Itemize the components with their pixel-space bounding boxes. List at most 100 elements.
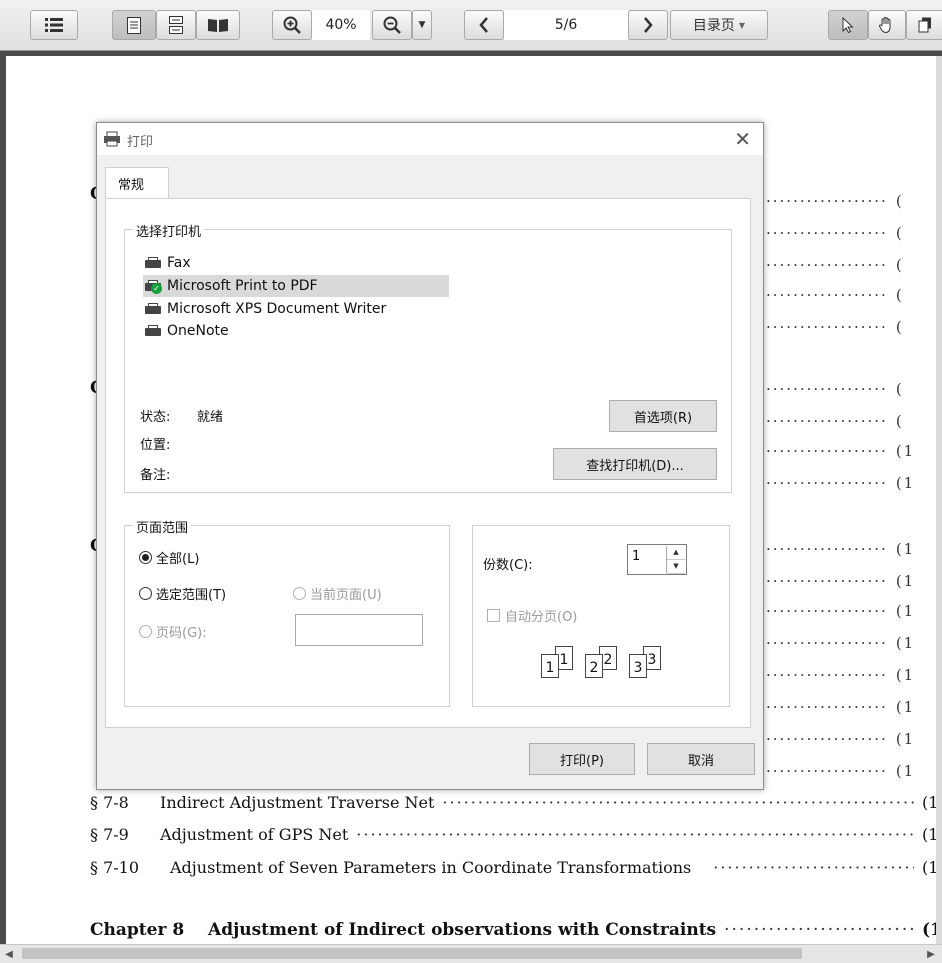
toc-entry[interactable]: § 7-10 Adjustment of Seven Parameters in…: [90, 853, 936, 881]
checkbox-icon: [487, 609, 500, 622]
zoom-dropdown-button[interactable]: ▼: [412, 10, 432, 40]
printer-item-xps-writer[interactable]: Microsoft XPS Document Writer: [143, 298, 449, 320]
preferences-button[interactable]: 首选项(R): [609, 400, 717, 432]
print-dialog: 打印 ✕ 常规 选择打印机 Fax ✓ Microsoft Print to P…: [96, 122, 764, 790]
vertical-scrollbar[interactable]: [936, 56, 942, 944]
toc-entry[interactable]: § 7-8 Indirect Adjustment Traverse Net ·…: [90, 788, 936, 816]
toc-page-number-partial: (1: [895, 474, 916, 492]
previous-page-button[interactable]: [464, 10, 504, 40]
dot-leader: ·················· (1: [766, 602, 936, 622]
dot-leader: ·················· (1: [766, 762, 936, 782]
stepper-down-icon[interactable]: ▼: [667, 560, 685, 574]
toc-page-dropdown[interactable]: 目录页 ▼: [670, 10, 768, 40]
dot-leader-dots: ··················: [766, 474, 888, 492]
toc-page-number: (1: [922, 792, 936, 812]
range-all-radio[interactable]: 全部(L): [139, 548, 199, 567]
tab-general[interactable]: 常规: [105, 167, 169, 199]
printer-name: Microsoft XPS Document Writer: [167, 301, 387, 317]
chapter-title: Adjustment of Indirect observations with…: [208, 920, 717, 940]
scroll-left-arrow-icon[interactable]: ◀: [2, 947, 16, 961]
toc-page-number-partial: (1: [895, 762, 916, 780]
printer-item-microsoft-print-to-pdf[interactable]: ✓ Microsoft Print to PDF: [143, 275, 449, 297]
zoom-in-button[interactable]: [272, 10, 312, 40]
collate-illustration-icon: 1 1: [541, 646, 573, 678]
toc-page-number-partial: (: [895, 192, 904, 210]
dot-leader-dots: ··················: [766, 666, 888, 684]
group-label: 选择打印机: [133, 221, 205, 240]
zoom-level-field[interactable]: 40%: [312, 10, 370, 40]
dot-leader: ·················· (1: [766, 634, 936, 654]
scroll-right-arrow-icon[interactable]: ▶: [924, 947, 938, 961]
printer-name: Fax: [167, 255, 191, 271]
printer-item-onenote[interactable]: OneNote: [143, 320, 449, 342]
toc-page-number-partial: (1: [895, 634, 916, 652]
facing-pages-view-button[interactable]: [196, 10, 240, 40]
radio-label: 选定范围(T): [156, 588, 227, 603]
select-tool-button[interactable]: [828, 10, 868, 40]
horizontal-scrollbar[interactable]: ◀ ▶: [0, 944, 942, 963]
radio-label: 当前页面(U): [310, 588, 382, 603]
dot-leader: ·················· (: [766, 224, 936, 244]
dot-leader: ·················· (1: [766, 698, 936, 718]
printer-item-fax[interactable]: Fax: [143, 252, 449, 274]
close-icon[interactable]: ✕: [734, 127, 751, 151]
dot-leader: ·················· (: [766, 192, 936, 212]
radio-selected-icon: [139, 551, 152, 564]
toc-page-number-partial: (1: [895, 442, 916, 460]
toc-chapter-entry[interactable]: Chapter 8 Adjustment of Indirect observa…: [90, 916, 936, 944]
chevron-down-icon: ▼: [418, 20, 426, 30]
range-selection-radio[interactable]: 选定范围(T): [139, 584, 226, 603]
dot-leader: ·················· (: [766, 286, 936, 306]
toc-page-number-partial: (1: [895, 730, 916, 748]
single-page-view-button[interactable]: [112, 10, 156, 40]
dot-leader-dots: ··················: [766, 192, 888, 210]
chapter-label: Chapter 8: [90, 920, 185, 940]
reader-toolbar: 40% ▼ 5/6 目录页 ▼: [0, 0, 942, 51]
text-select-tool-button[interactable]: [906, 10, 942, 40]
toc-page-label: 目录页: [692, 18, 735, 34]
toc-page-number-partial: (1: [895, 602, 916, 620]
dialog-title-bar: 打印 ✕: [97, 123, 763, 155]
zoom-out-button[interactable]: [372, 10, 412, 40]
toc-page-number: (1: [922, 857, 936, 877]
page-range-group: 页面范围 全部(L) 选定范围(T) 当前页面(U) 页码(G):: [124, 517, 450, 707]
radio-icon: [139, 587, 152, 600]
toc-section-number: § 7-10: [90, 857, 140, 877]
copies-stepper[interactable]: 1 ▲ ▼: [627, 544, 687, 575]
default-printer-check-icon: ✓: [143, 279, 165, 294]
cancel-button[interactable]: 取消: [647, 743, 755, 775]
printer-icon: [103, 131, 121, 151]
horizontal-scroll-thumb[interactable]: [22, 948, 802, 959]
checkbox-label: 自动分页(O): [505, 610, 578, 625]
toc-entry[interactable]: § 7-9 Adjustment of GPS Net ············…: [90, 820, 936, 848]
print-button[interactable]: 打印(P): [529, 743, 635, 775]
document-copy-icon: [918, 17, 931, 33]
next-page-button[interactable]: [628, 10, 668, 40]
radio-icon: [293, 587, 306, 600]
toc-section-title: Adjustment of Seven Parameters in Coordi…: [170, 857, 692, 877]
zoom-in-icon: [283, 16, 301, 34]
dot-leader-dots: ··················: [766, 224, 888, 242]
page-number-field[interactable]: 5/6: [504, 10, 628, 40]
dot-leader-dots: ··················: [766, 286, 888, 304]
status-value: 就绪: [197, 410, 224, 425]
outline-toggle-button[interactable]: [30, 10, 78, 40]
hand-tool-button[interactable]: [868, 10, 906, 40]
collate-illustration-icon: 2 2: [585, 646, 617, 678]
dot-leader: ·················· (1: [766, 474, 936, 494]
dot-leader-dots: ··················: [766, 634, 888, 652]
general-tab-panel: 选择打印机 Fax ✓ Microsoft Print to PDF Micro…: [105, 198, 751, 728]
range-current-page-radio: 当前页面(U): [293, 584, 382, 603]
hand-icon: [878, 16, 891, 34]
dot-leader: ·················· (: [766, 318, 936, 338]
zoom-out-icon: [383, 16, 401, 34]
continuous-view-button[interactable]: [156, 10, 196, 40]
dot-leader-dots: ··················: [766, 380, 888, 398]
toc-section-number: § 7-9: [90, 824, 129, 844]
radio-label: 全部(L): [156, 552, 200, 567]
toc-page-number-partial: (: [895, 224, 904, 242]
dot-leader-dots: ··················: [766, 572, 888, 590]
stepper-up-icon[interactable]: ▲: [667, 546, 685, 560]
find-printer-button[interactable]: 查找打印机(D)...: [553, 448, 717, 480]
toc-page-number-partial: (: [895, 412, 904, 430]
